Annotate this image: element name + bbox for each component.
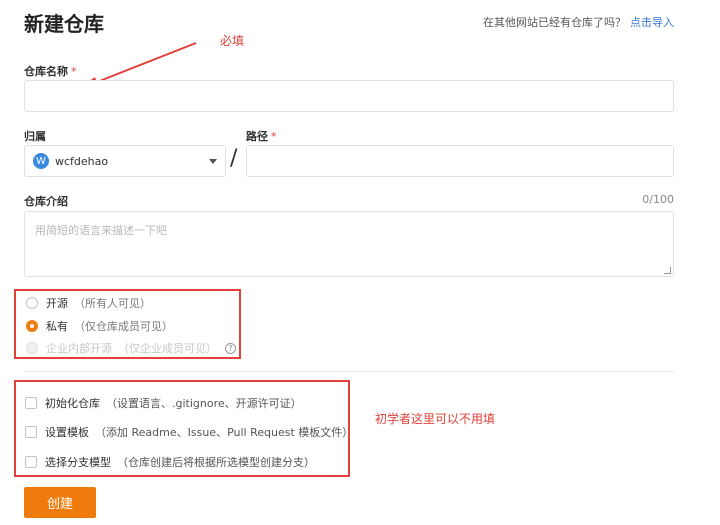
repo-name-label-text: 仓库名称 bbox=[24, 65, 68, 78]
radio-label: 开源 bbox=[46, 297, 68, 310]
radio-sub-label: （仅仓库成员可见） bbox=[74, 320, 173, 333]
radio-button-checked[interactable] bbox=[26, 320, 38, 332]
path-label: 路径 * bbox=[246, 128, 277, 144]
checkbox[interactable] bbox=[25, 456, 37, 468]
resize-grip-icon[interactable] bbox=[664, 267, 671, 274]
required-mark: * bbox=[271, 130, 277, 143]
path-label-text: 路径 bbox=[246, 130, 268, 143]
checkbox-label: 选择分支模型 bbox=[45, 456, 111, 469]
annotation-beginner-hint: 初学者这里可以不用填 bbox=[375, 412, 496, 426]
checkbox-sub-label: （仓库创建后将根据所选模型创建分支） bbox=[117, 456, 315, 469]
radio-public[interactable]: 开源 （所有人可见） bbox=[26, 295, 151, 311]
checkbox[interactable] bbox=[25, 426, 37, 438]
repo-name-input[interactable] bbox=[24, 80, 674, 112]
description-label: 仓库介绍 bbox=[24, 195, 68, 208]
checkbox-template[interactable]: 设置模板 （添加 Readme、Issue、Pull Request 模板文件） bbox=[25, 424, 353, 440]
checkbox-init-repo[interactable]: 初始化仓库 （设置语言、.gitignore、开源许可证） bbox=[25, 395, 302, 411]
description-counter: 0/100 bbox=[642, 193, 674, 206]
checkbox-sub-label: （添加 Readme、Issue、Pull Request 模板文件） bbox=[95, 426, 354, 439]
repo-name-label: 仓库名称 * bbox=[24, 63, 77, 79]
divider bbox=[24, 371, 674, 372]
checkbox-label: 设置模板 bbox=[45, 426, 89, 439]
help-icon[interactable]: ? bbox=[225, 342, 236, 354]
owner-select[interactable]: W wcfdehao bbox=[24, 145, 226, 177]
checkbox-label: 初始化仓库 bbox=[45, 397, 100, 410]
checkbox-branch-model[interactable]: 选择分支模型 （仓库创建后将根据所选模型创建分支） bbox=[25, 454, 315, 470]
radio-button[interactable] bbox=[26, 297, 38, 309]
checkbox-sub-label: （设置语言、.gitignore、开源许可证） bbox=[106, 397, 302, 410]
radio-label: 私有 bbox=[46, 320, 68, 333]
owner-value: wcfdehao bbox=[55, 154, 109, 168]
path-separator: / bbox=[230, 146, 238, 171]
description-textarea[interactable]: 用简短的语言来描述一下吧 bbox=[24, 211, 674, 277]
owner-label: 归属 bbox=[24, 130, 46, 143]
avatar: W bbox=[33, 153, 49, 169]
radio-private[interactable]: 私有 （仅仓库成员可见） bbox=[26, 318, 173, 334]
path-input[interactable] bbox=[246, 145, 674, 177]
radio-sub-label: （仅企业成员可见） bbox=[118, 342, 217, 355]
radio-sub-label: （所有人可见） bbox=[74, 297, 151, 310]
create-button[interactable]: 创建 bbox=[24, 487, 96, 518]
radio-enterprise: 企业内部开源 （仅企业成员可见） ? bbox=[26, 340, 236, 356]
description-placeholder: 用简短的语言来描述一下吧 bbox=[35, 224, 167, 237]
radio-label: 企业内部开源 bbox=[46, 342, 112, 355]
caret-down-icon bbox=[209, 158, 217, 164]
required-mark: * bbox=[71, 65, 77, 78]
checkbox[interactable] bbox=[25, 397, 37, 409]
radio-button-disabled bbox=[26, 342, 38, 354]
